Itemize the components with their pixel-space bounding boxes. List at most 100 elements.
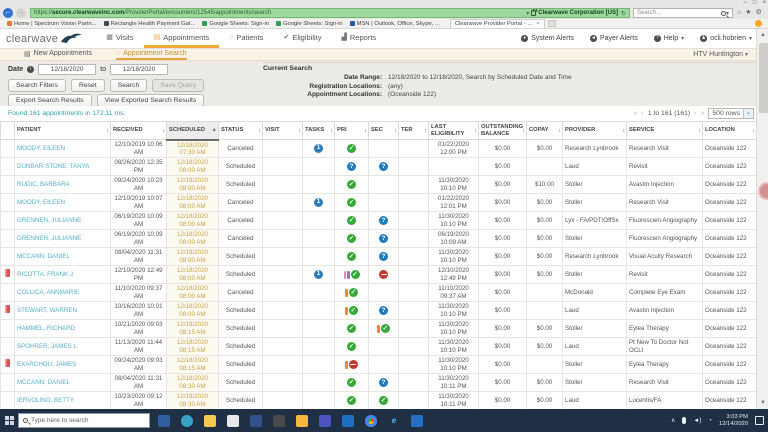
refresh-icon[interactable]: ↻ — [621, 10, 626, 17]
rows-per-page-select[interactable]: 500 rows ⌄ — [708, 108, 754, 119]
eligible-check-icon[interactable]: ✓ — [351, 270, 360, 279]
eligible-check-icon[interactable]: ✓ — [349, 288, 358, 297]
patient-link[interactable]: STEWART, WARREN — [17, 307, 77, 314]
nav-item-reports[interactable]: ▟Reports — [332, 29, 387, 48]
header-item-ocli-hobrien[interactable]: ♟ocli.hobrien▾ — [700, 35, 752, 42]
taskbar-chrome-icon[interactable] — [365, 415, 377, 427]
patient-link[interactable]: GRENNEN, JULIANNE — [17, 235, 81, 242]
speaker-icon[interactable]: ◄) — [693, 418, 701, 424]
taskbar-office-icon[interactable] — [158, 415, 170, 427]
patient-link[interactable]: RICOTTA, FRANK J — [17, 271, 73, 278]
search-magnifier-icon[interactable] — [721, 11, 726, 16]
taskbar-onenote-icon[interactable] — [250, 415, 262, 427]
reset-button[interactable]: Reset — [71, 79, 105, 92]
microphone-icon[interactable] — [682, 417, 686, 424]
patient-link[interactable]: EXARCHOU, JAMES — [17, 361, 76, 368]
start-button[interactable] — [0, 409, 18, 432]
column-header-provider[interactable]: PROVIDER↕ — [563, 122, 627, 140]
network-icon[interactable]: ◔ — [708, 418, 712, 424]
taskbar-file-explorer-icon[interactable] — [204, 415, 216, 427]
favorite-link-4[interactable]: MSN | Outlook, Office, Skype, ... — [350, 21, 440, 27]
not-eligible-icon[interactable] — [349, 360, 358, 369]
taskbar-app-blue-icon[interactable] — [411, 415, 423, 427]
task-count-badge[interactable]: 1 — [314, 144, 323, 153]
cert-name[interactable]: Clearwave Corporation [US] — [538, 10, 618, 16]
column-header-status[interactable]: STATUS↕ — [219, 122, 263, 140]
info-icon[interactable]: i — [27, 66, 34, 73]
task-count-badge[interactable]: 1 — [314, 270, 323, 279]
save-query-button[interactable]: Save Query — [152, 79, 204, 92]
action-center-icon[interactable] — [755, 416, 764, 425]
subnav-item-appointment-search[interactable]: ◌Appointment Search — [116, 49, 187, 60]
column-header-received[interactable]: RECEIVED↕ — [111, 122, 167, 140]
column-header-scheduled[interactable]: SCHEDULED▲ — [167, 122, 219, 140]
maximize-button[interactable]: □ — [753, 0, 757, 7]
favorite-link-3[interactable]: Google Sheets: Sign-in — [276, 21, 343, 27]
taskbar-app-dark-icon[interactable] — [273, 415, 285, 427]
patient-link[interactable]: RUDIC, BARBARA — [17, 181, 70, 188]
taskbar-teams-icon[interactable] — [319, 415, 331, 427]
eligible-check-icon[interactable]: ✓ — [381, 324, 390, 333]
eligible-check-icon[interactable]: ✓ — [379, 396, 388, 405]
feedback-smiley-icon[interactable] — [755, 20, 762, 27]
nav-item-visits[interactable]: ▦Visits — [96, 29, 143, 48]
taskbar-outlook-icon[interactable] — [342, 415, 354, 427]
nav-item-eligibility[interactable]: ✔Eligibility — [273, 29, 331, 48]
eligible-check-icon[interactable]: ✓ — [347, 342, 356, 351]
header-item-payer-alerts[interactable]: ◄Payer Alerts — [590, 35, 638, 42]
next-page-icon[interactable]: › — [694, 110, 696, 117]
favorite-link-0[interactable]: Home | Spectrum Vision Partn... — [7, 21, 97, 27]
search-filters-button[interactable]: Search Filters — [8, 79, 66, 92]
first-page-icon[interactable]: « — [634, 110, 638, 117]
taskbar-snip-tool-icon[interactable] — [227, 415, 239, 427]
taskbar-clock[interactable]: 3:03 PM 12/14/2020 — [719, 414, 748, 428]
eligible-check-icon[interactable]: ✓ — [347, 252, 356, 261]
taskbar-sticky-notes-icon[interactable] — [296, 415, 308, 427]
close-button[interactable]: × — [762, 0, 766, 7]
column-header-visit[interactable]: VISIT↕ — [263, 122, 303, 140]
favorites-star-icon[interactable]: ★ — [745, 8, 751, 18]
column-header-sec[interactable]: SEC↕ — [369, 122, 399, 140]
patient-link[interactable]: GRENNEN, JULIANNE — [17, 217, 81, 224]
eligibility-unknown-icon[interactable]: ? — [379, 216, 388, 225]
eligible-check-icon[interactable]: ✓ — [347, 198, 356, 207]
nav-item-patients[interactable]: ◌Patients — [219, 29, 273, 48]
minimize-button[interactable]: − — [743, 0, 747, 7]
header-item-system-alerts[interactable]: ♦System Alerts — [521, 35, 574, 42]
home-icon[interactable]: ⌂ — [737, 8, 741, 18]
scroll-down-icon[interactable]: ▼ — [757, 397, 768, 409]
patient-link[interactable]: HAMMEL, RICHARD — [17, 325, 75, 332]
url-dropdown-icon[interactable]: ▾ — [526, 10, 529, 17]
date-from-input[interactable] — [38, 64, 96, 75]
task-count-badge[interactable]: 1 — [314, 198, 323, 207]
eligibility-unknown-icon[interactable]: ? — [379, 378, 388, 387]
eligible-check-icon[interactable]: ✓ — [347, 378, 356, 387]
patient-alert-flag-icon[interactable] — [5, 305, 10, 313]
eligible-check-icon[interactable]: ✓ — [347, 216, 356, 225]
patient-link[interactable]: SPOHRER, JAMES L — [17, 343, 77, 350]
tab-close-icon[interactable]: × — [536, 21, 539, 27]
tray-expand-icon[interactable]: ∧ — [671, 417, 675, 424]
settings-gear-icon[interactable]: ⚙ — [756, 8, 762, 18]
patient-link[interactable]: MOODY, EILEEN — [17, 145, 65, 152]
page-scrollbar[interactable]: ▲ ▼ — [756, 29, 768, 409]
column-header-service[interactable]: SERVICE↕ — [627, 122, 703, 140]
column-header-tasks[interactable]: TASKS↕ — [303, 122, 335, 140]
column-header-patient[interactable]: PATIENT↕ — [15, 122, 111, 140]
prev-page-icon[interactable]: ‹ — [641, 110, 643, 117]
header-item-help[interactable]: ?Help▾ — [654, 35, 684, 42]
patient-link[interactable]: DUNBAR-STONE, TANYA — [17, 163, 89, 170]
location-selector[interactable]: HTV Huntington ▾ — [693, 51, 748, 58]
patient-alert-flag-icon[interactable] — [5, 359, 10, 367]
patient-link[interactable]: MCCANN, DANIEL — [17, 253, 70, 260]
browser-tab-active[interactable]: Clearwave Provider Portal - ... × — [450, 19, 545, 28]
favorite-link-1[interactable]: Rectangle Health Payment Gat... — [104, 21, 196, 27]
eligible-check-icon[interactable]: ✓ — [347, 324, 356, 333]
patient-link[interactable]: MCCANN, DANIEL — [17, 379, 70, 386]
patient-link[interactable]: IERVOLINO, BETTY — [17, 397, 74, 404]
column-header-location[interactable]: LOCATION↕ — [703, 122, 757, 140]
eligible-check-icon[interactable]: ✓ — [347, 234, 356, 243]
forward-button[interactable]: → — [16, 8, 26, 18]
not-eligible-icon[interactable] — [379, 270, 388, 279]
patient-link[interactable]: MOODY, EILEEN — [17, 199, 65, 206]
